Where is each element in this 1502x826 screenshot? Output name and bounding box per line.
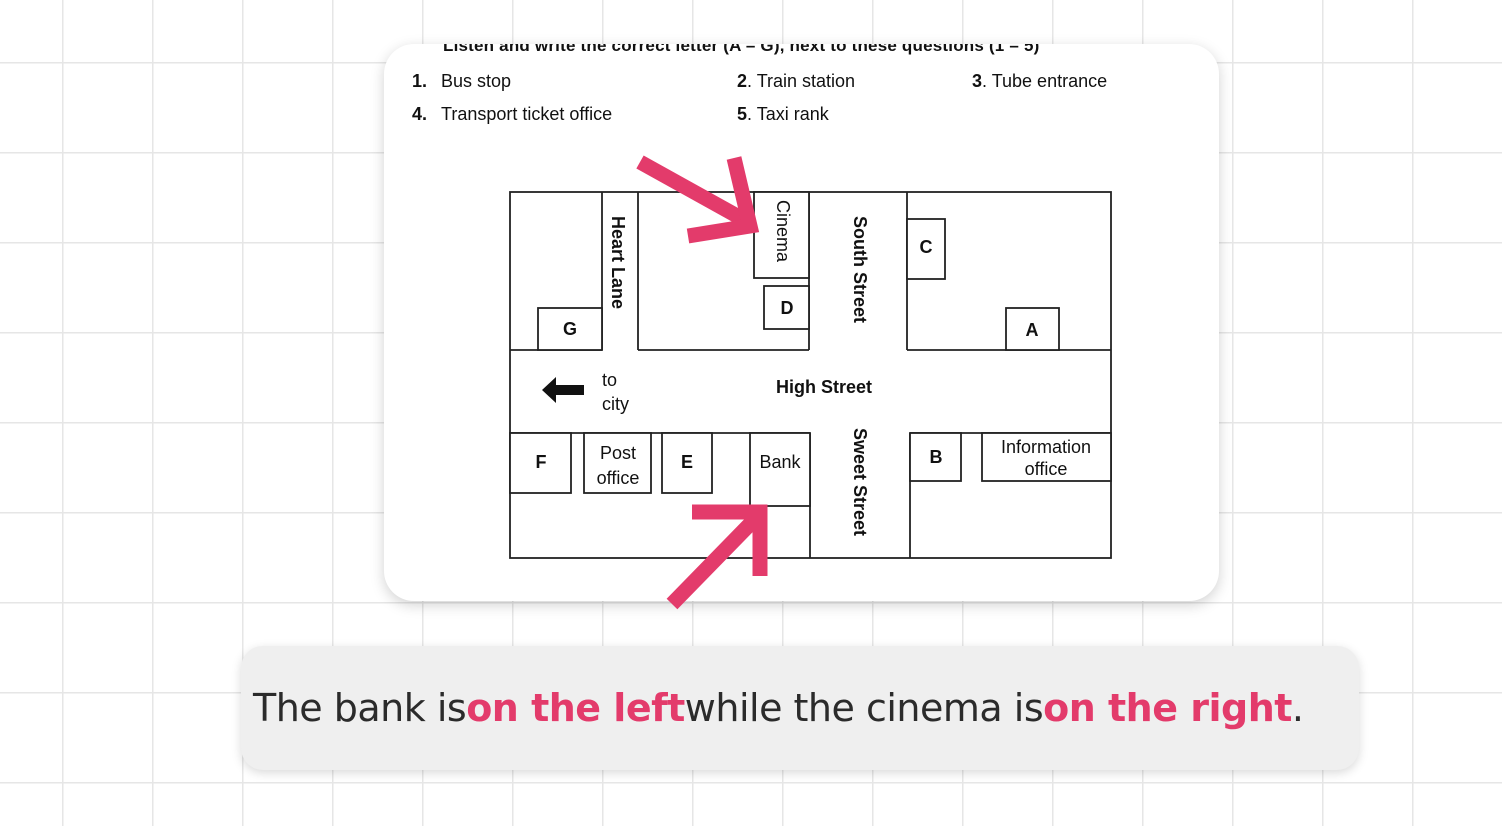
caption-text-1: The bank is <box>253 686 467 730</box>
label-information: Information <box>1001 437 1091 457</box>
caption-highlight-right: on the right <box>1043 686 1292 730</box>
letter-d: D <box>781 298 794 318</box>
letter-f: F <box>536 452 547 472</box>
label-office: office <box>597 468 640 488</box>
caption-text-3: . <box>1291 686 1304 730</box>
label-office: office <box>1025 459 1068 479</box>
street-south-street: South Street <box>850 216 870 323</box>
worksheet-card: Listen and write the correct letter (A –… <box>384 44 1219 601</box>
letter-a: A <box>1026 320 1039 340</box>
letter-e: E <box>681 452 693 472</box>
caption-highlight-left: on the left <box>466 686 685 730</box>
letter-b: B <box>930 447 943 467</box>
label-bank: Bank <box>759 452 801 472</box>
caption-box: The bank is on the left while the cinema… <box>241 646 1359 770</box>
label-city: city <box>602 394 629 414</box>
letter-g: G <box>563 319 577 339</box>
street-high-street: High Street <box>776 377 872 397</box>
label-post: Post <box>600 443 636 463</box>
street-heart-lane: Heart Lane <box>608 216 628 309</box>
letter-c: C <box>920 237 933 257</box>
caption-text-2: while the cinema is <box>684 686 1044 730</box>
label-to: to <box>602 370 617 390</box>
street-map: G Heart Lane Cinema D South Street C A H… <box>509 191 1112 559</box>
street-sweet-street: Sweet Street <box>850 428 870 536</box>
label-cinema: Cinema <box>773 200 793 263</box>
